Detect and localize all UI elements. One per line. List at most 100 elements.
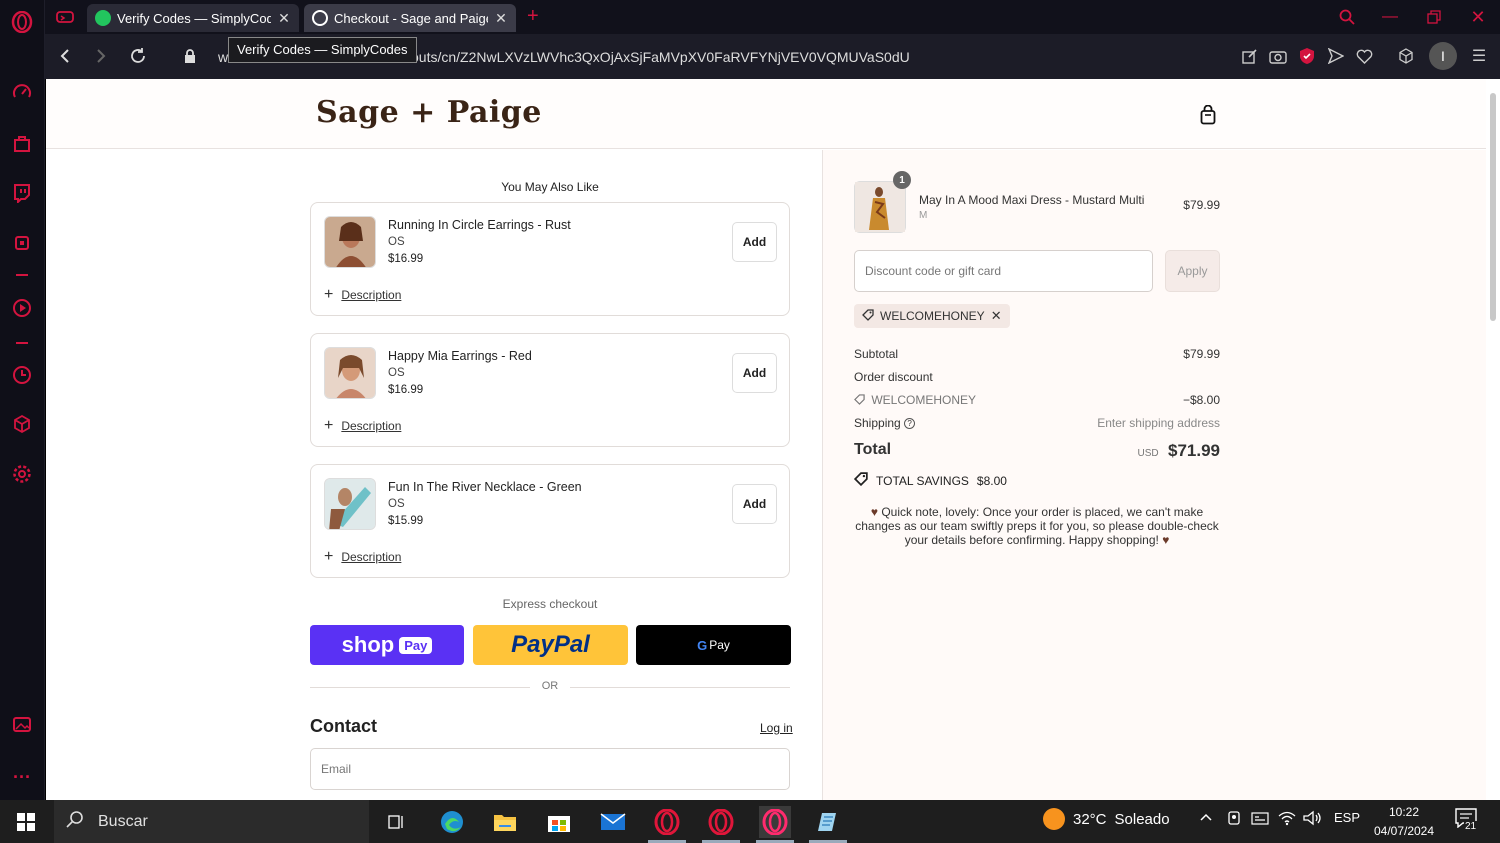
divider-line [570,687,790,688]
microsoft-store-icon[interactable] [543,806,575,838]
add-button[interactable]: Add [732,222,777,262]
total-amount: USD $71.99 [1138,441,1220,461]
adblock-shield-icon[interactable] [1297,46,1317,66]
page-scrollbar[interactable] [1486,79,1500,800]
apply-button[interactable]: Apply [1165,250,1220,292]
upsell-title: You May Also Like [501,180,599,194]
wifi-icon[interactable] [1278,810,1296,829]
add-button[interactable]: Add [732,353,777,393]
login-link[interactable]: Log in [760,721,793,735]
url-text-start: w [218,49,229,65]
snapshot-camera-icon[interactable] [1268,46,1288,66]
shop-pay-button[interactable]: shop Pay [310,625,464,665]
paypal-wordmark: PayPal [511,631,590,658]
history-icon[interactable] [11,364,33,386]
reload-icon[interactable] [128,46,148,66]
volume-icon[interactable] [1303,810,1323,829]
paypal-button[interactable]: PayPal [473,625,628,665]
contact-heading: Contact [310,716,377,736]
savings-label: TOTAL SAVINGS [876,473,969,488]
heart-icon[interactable] [1354,46,1374,66]
description-toggle[interactable]: + Description [324,286,401,304]
more-dots-icon[interactable]: ··· [11,766,33,788]
input-method-icon[interactable] [1251,810,1269,829]
product-name: Running In Circle Earrings - Rust [388,218,571,232]
meet-now-icon[interactable] [1226,810,1242,829]
tab-checkout[interactable]: Checkout - Sage and Paige ✕ [304,4,516,32]
help-circle-icon[interactable]: ? [904,418,916,430]
opera-gx-taskbar-icon[interactable] [759,806,791,838]
edit-share-icon[interactable] [1240,46,1260,66]
forward-icon[interactable] [91,46,111,66]
extensions-icon[interactable] [1396,46,1416,66]
twitch-icon[interactable] [11,182,33,204]
clock-time: 10:22 [1388,805,1420,819]
restore-icon[interactable] [1423,6,1445,28]
file-explorer-icon[interactable] [489,806,521,838]
add-button[interactable]: Add [732,484,777,524]
google-pay-button[interactable]: G Pay [636,625,791,665]
language-indicator[interactable]: ESP [1334,810,1360,825]
taskbar-search[interactable]: Buscar [54,800,369,843]
opera-logo-icon[interactable] [11,11,33,33]
order-discount-row: Order discount [854,370,1220,384]
ai-chip-icon[interactable] [11,232,33,254]
clock-date: 04/07/2024 [1373,824,1435,838]
discount-code-input[interactable]: Discount code or gift card [854,250,1153,292]
weather-temp: 32°C [1073,810,1107,828]
description-toggle[interactable]: + Description [324,548,401,566]
close-tab-icon[interactable]: ✕ [494,10,508,27]
send-icon[interactable] [1326,46,1346,66]
chevron-up-icon[interactable] [1199,810,1213,827]
heart-icon: ♥ [870,505,878,519]
opera-taskbar-icon[interactable] [651,806,683,838]
close-window-icon[interactable]: ✕ [1467,6,1489,28]
applied-discount-chip: WELCOMEHONEY ✕ [854,304,1010,328]
profile-avatar[interactable]: I [1429,42,1457,70]
notepad-icon[interactable] [812,806,844,838]
windows-start-icon[interactable] [10,806,42,838]
store-header: Sage + Paige [46,79,1486,149]
tab-simplycodes[interactable]: Verify Codes — SimplyCodes ✕ [87,4,299,32]
easy-setup-menu-icon[interactable]: ☰ [1469,46,1489,66]
search-placeholder: Buscar [98,812,148,830]
close-tab-icon[interactable]: ✕ [277,10,291,27]
workspaces-icon[interactable] [55,9,75,25]
remove-discount-icon[interactable]: ✕ [991,308,1002,324]
plus-icon: + [324,286,334,303]
tab-title: Verify Codes — SimplyCodes [117,10,271,26]
lock-icon[interactable] [180,46,200,66]
cart-bag-icon[interactable] [1200,104,1218,125]
search-tabs-icon[interactable] [1336,6,1358,28]
description-link: Description [341,550,402,564]
mail-icon[interactable] [597,806,629,838]
opera-sidebar: ··· [0,0,45,800]
system-clock[interactable]: 10:22 04/07/2024 [1365,803,1443,841]
minimize-icon[interactable]: — [1379,6,1401,28]
store-logo[interactable]: Sage + Paige [316,95,542,130]
task-view-icon[interactable] [380,806,412,838]
player-icon[interactable] [11,297,33,319]
subtotal-value: $79.99 [1183,347,1220,361]
product-price: $16.99 [388,253,424,265]
settings-gear-icon[interactable] [11,463,33,485]
new-tab-plus-icon[interactable]: + [527,5,539,28]
extensions-cube-icon[interactable] [11,413,33,435]
scrollbar-thumb[interactable] [1490,93,1496,321]
gallery-icon[interactable] [11,713,33,735]
weather-widget[interactable]: 32°C Soleado [1043,808,1170,830]
edge-icon[interactable] [436,806,468,838]
description-toggle[interactable]: + Description [324,417,401,435]
back-icon[interactable] [55,46,75,66]
notification-center-icon[interactable]: 21 [1455,808,1478,832]
shopping-bag-icon[interactable] [11,132,33,154]
upsell-card: Fun In The River Necklace - Green OS $15… [310,464,790,578]
subtotal-row: Subtotal $79.99 [854,347,1220,361]
total-row: Total USD $71.99 [854,441,1220,465]
speed-dial-icon[interactable] [11,82,33,104]
quantity-badge: 1 [893,171,911,189]
search-icon [66,810,84,833]
email-field[interactable]: Email [310,748,790,790]
total-label: Total [854,441,892,458]
opera-taskbar-icon[interactable] [705,806,737,838]
